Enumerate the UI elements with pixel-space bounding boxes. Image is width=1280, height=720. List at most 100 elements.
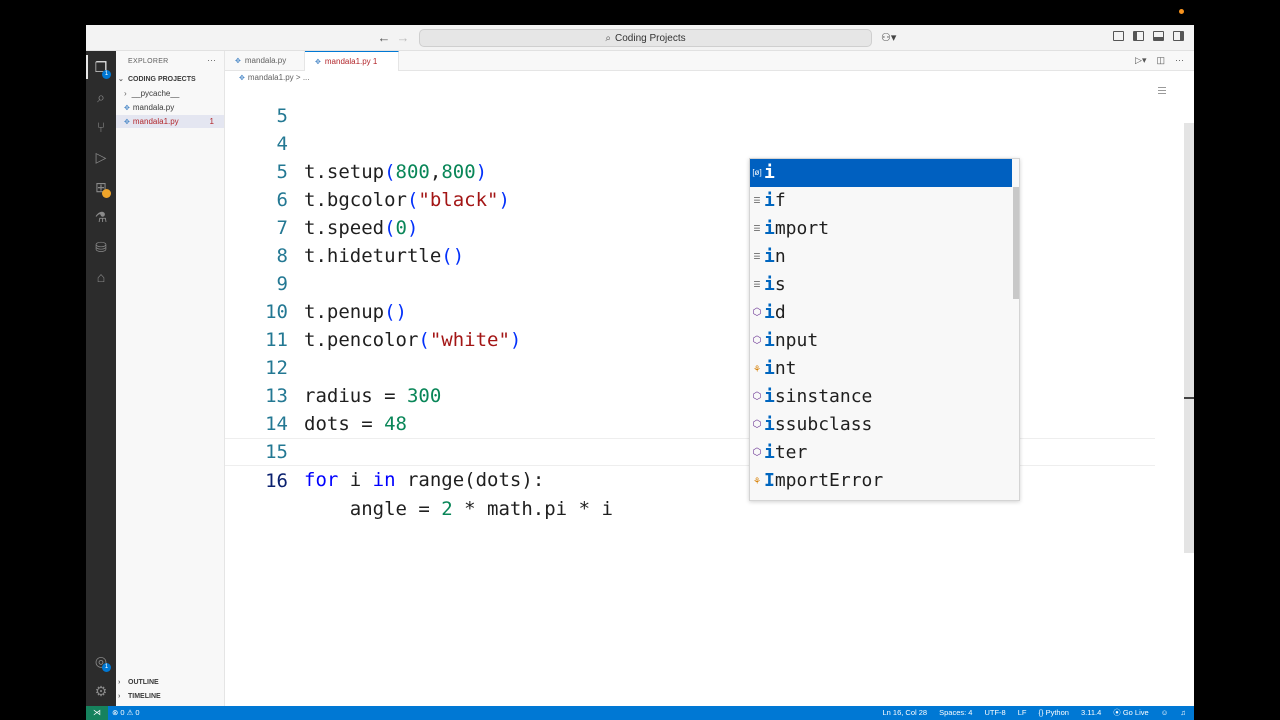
encoding[interactable]: UTF-8 xyxy=(984,706,1005,720)
toggle-secondary-sidebar-icon[interactable] xyxy=(1173,31,1184,41)
scrollbar-cursor-marker xyxy=(1184,397,1194,399)
suggestion-item[interactable]: ⬡ iter xyxy=(750,439,1012,467)
explorer-sidebar: EXPLORER ··· ⌄ CODING PROJECTS › __pycache… xyxy=(116,51,225,706)
suggestion-label: ImportError xyxy=(764,470,884,491)
activity-bar: ❐ 1 ⌕ ⑂ ▷ ⊞ ⚗ ⛁ ⌂ ◎ 1 ⚙ xyxy=(86,51,116,706)
vscode-window: ← → ⌕ Coding Projects ⚇▾ ❐ 1 ⌕ ⑂ ▷ ⊞ ⚗ ⛁… xyxy=(86,25,1194,720)
chevron-down-icon: ⌄ xyxy=(118,76,124,83)
python-file-icon: ✥ xyxy=(235,58,241,65)
python-file-icon: ✥ xyxy=(124,105,130,112)
bell-icon[interactable]: ♫ xyxy=(1180,706,1186,720)
suggestion-item[interactable]: ☰ import xyxy=(750,215,1012,243)
language-mode[interactable]: {} Python xyxy=(1038,706,1068,720)
language-label: Python xyxy=(1045,708,1069,717)
suggestion-label: is xyxy=(764,274,786,295)
vertical-scrollbar[interactable] xyxy=(1184,123,1194,553)
back-arrow-icon[interactable]: ← xyxy=(376,30,392,46)
autocomplete-suggest-widget: [ø] i ☰ if ☰ import ☰ in ☰ is ⬡ id ⬡ inp… xyxy=(749,158,1020,501)
suggestion-item[interactable]: ⬡ id xyxy=(750,299,1012,327)
suggestion-item[interactable]: ☰ in xyxy=(750,243,1012,271)
forward-arrow-icon[interactable]: → xyxy=(395,30,411,46)
tree-item-mandala[interactable]: ✥ mandala.py xyxy=(116,101,224,114)
end-of-line[interactable]: LF xyxy=(1018,706,1027,720)
suggestion-label: id xyxy=(764,302,786,323)
chevron-right-icon: › xyxy=(118,693,121,700)
timeline-label: TIMELINE xyxy=(128,693,161,700)
code-line: 4 t.setup(800,800) xyxy=(225,102,1155,183)
remote-explorer-icon[interactable]: ⌂ xyxy=(93,269,109,285)
outline-header[interactable]: › OUTLINE xyxy=(118,679,159,686)
run-icon[interactable]: ▷▾ xyxy=(1135,55,1146,66)
tab-mandala[interactable]: ✥ mandala.py xyxy=(225,51,305,71)
python-icon[interactable]: ⛁ xyxy=(93,239,109,255)
testing-icon[interactable]: ⚗ xyxy=(93,209,109,225)
suggestion-item[interactable]: ⬡ input xyxy=(750,327,1012,355)
search-text: Coding Projects xyxy=(615,32,686,44)
source-control-icon[interactable]: ⑂ xyxy=(93,119,109,135)
folder-header[interactable]: ⌄ CODING PROJECTS xyxy=(118,75,196,83)
customize-layout-icon[interactable] xyxy=(1113,31,1124,41)
function-icon: ⬡ xyxy=(752,307,762,318)
go-live-button[interactable]: ⦿ Go Live xyxy=(1113,706,1148,720)
run-debug-icon[interactable]: ▷ xyxy=(93,149,109,165)
suggestion-item[interactable]: ⬡ isinstance xyxy=(750,383,1012,411)
layout-controls xyxy=(1113,31,1184,41)
more-actions-icon[interactable]: ··· xyxy=(207,55,216,65)
problems-indicator[interactable]: ⊗ 0 ⚠ 0 xyxy=(112,706,140,720)
minimap[interactable] xyxy=(1158,87,1166,99)
suggestion-item[interactable]: ☰ if xyxy=(750,187,1012,215)
function-icon: ⬡ xyxy=(752,447,762,458)
class-icon: ⚘ xyxy=(752,476,762,486)
python-version[interactable]: 3.11.4 xyxy=(1081,706,1101,720)
status-bar: ⋊ ⊗ 0 ⚠ 0 Ln 16, Col 28 Spaces: 4 UTF-8 … xyxy=(86,706,1194,720)
code-text: for i in range(dots): xyxy=(304,469,545,491)
keyword-icon: ☰ xyxy=(753,196,761,205)
suggestion-item[interactable]: ⚘ ImportError xyxy=(750,467,1012,495)
suggestion-label: int xyxy=(764,358,797,379)
split-editor-icon[interactable]: ◫ xyxy=(1156,55,1165,66)
sidebar-title: EXPLORER xyxy=(128,58,169,65)
search-icon[interactable]: ⌕ xyxy=(93,89,109,105)
suggestion-item[interactable]: ⚘ int xyxy=(750,355,1012,383)
tree-item-pycache[interactable]: › __pycache__ xyxy=(116,87,224,100)
notification-dot xyxy=(1179,9,1184,14)
remote-indicator-icon[interactable]: ⋊ xyxy=(86,706,108,720)
tree-item-mandala1[interactable]: ✥ mandala1.py 1 xyxy=(116,115,224,128)
toggle-panel-icon[interactable] xyxy=(1153,31,1164,41)
chevron-right-icon: › xyxy=(118,679,121,686)
suggestion-item[interactable]: ☰ is xyxy=(750,271,1012,299)
suggestion-item[interactable]: [ø] i xyxy=(750,159,1012,187)
explorer-badge: 1 xyxy=(102,70,111,79)
folder-name: CODING PROJECTS xyxy=(128,76,196,83)
braces-icon: {} xyxy=(1038,708,1044,717)
tab-label: mandala.py xyxy=(244,56,287,65)
tab-bar: ✥ mandala.py ✥ mandala1.py 1 ▷▾ ◫ ··· xyxy=(225,51,1194,86)
problem-count: 1 xyxy=(209,117,214,126)
extensions-badge xyxy=(102,189,111,198)
code-editor[interactable]: 5 4 t.setup(800,800) 5 t.bgcolor("black"… xyxy=(225,85,1194,706)
title-bar: ← → ⌕ Coding Projects ⚇▾ xyxy=(86,25,1194,51)
variable-icon: [ø] xyxy=(752,168,762,177)
class-icon: ⚘ xyxy=(752,364,762,374)
cursor-position[interactable]: Ln 16, Col 28 xyxy=(882,706,927,720)
indentation[interactable]: Spaces: 4 xyxy=(939,706,972,720)
code-line: 5 xyxy=(225,74,1155,127)
gear-icon[interactable]: ⚙ xyxy=(93,683,109,699)
suggestion-item[interactable]: ⬡ issubclass xyxy=(750,411,1012,439)
status-bar-right: Ln 16, Col 28 Spaces: 4 UTF-8 LF {} Pyth… xyxy=(882,706,1186,720)
copilot-status-icon[interactable]: ☺ xyxy=(1161,706,1169,720)
toggle-primary-sidebar-icon[interactable] xyxy=(1133,31,1144,41)
copilot-icon[interactable]: ⚇▾ xyxy=(881,31,896,44)
keyword-icon: ☰ xyxy=(753,224,761,233)
line-number: 16 xyxy=(265,470,288,492)
suggest-scrollbar[interactable] xyxy=(1013,187,1019,299)
command-center-search[interactable]: ⌕ Coding Projects xyxy=(419,29,872,47)
function-icon: ⬡ xyxy=(752,391,762,402)
suggestion-label: if xyxy=(764,190,786,211)
suggestion-label: iter xyxy=(764,442,808,463)
more-actions-icon[interactable]: ··· xyxy=(1175,55,1184,66)
tab-mandala1[interactable]: ✥ mandala1.py 1 xyxy=(305,51,399,86)
broadcast-icon: ⦿ xyxy=(1113,708,1121,717)
timeline-header[interactable]: › TIMELINE xyxy=(118,693,161,700)
function-icon: ⬡ xyxy=(752,335,762,346)
